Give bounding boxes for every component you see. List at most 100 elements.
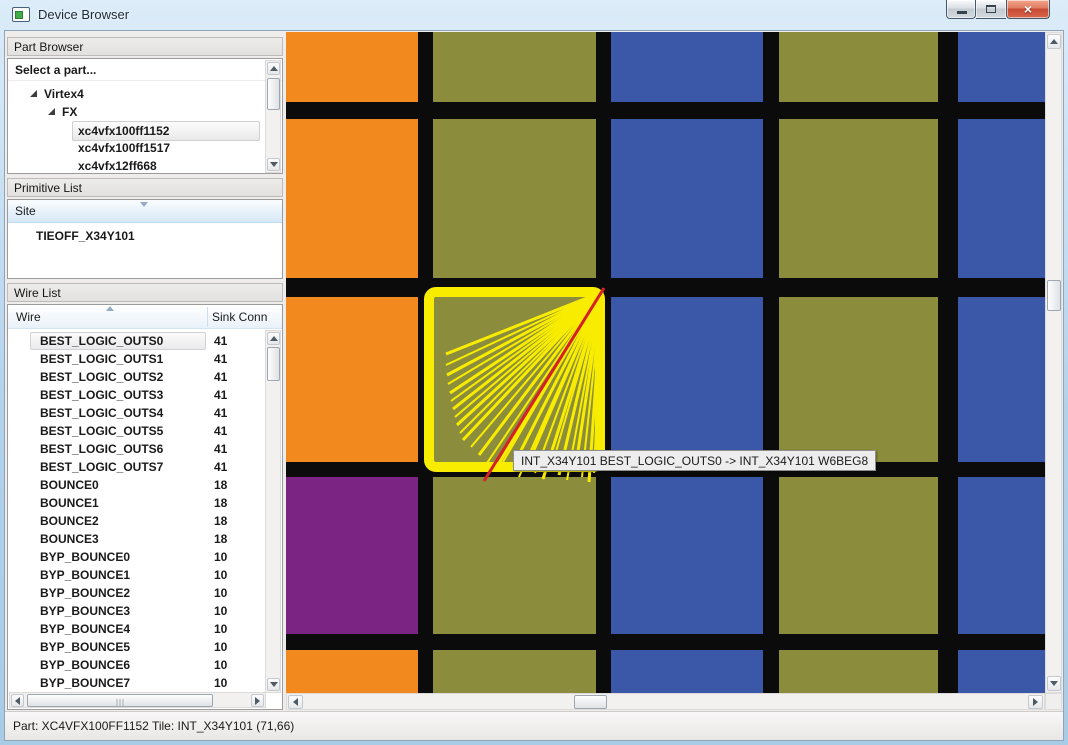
tree-expanded-icon[interactable] <box>30 90 37 97</box>
wire-row[interactable]: BYP_BOUNCE010 <box>8 548 266 566</box>
device-tile[interactable] <box>433 119 596 278</box>
wire-row[interactable]: BYP_BOUNCE210 <box>8 584 266 602</box>
wire-row[interactable]: BYP_BOUNCE310 <box>8 602 266 620</box>
wire-row[interactable]: BEST_LOGIC_OUTS641 <box>8 440 266 458</box>
scroll-thumb[interactable] <box>1047 280 1061 311</box>
wire-row[interactable]: BOUNCE318 <box>8 530 266 548</box>
minimize-icon <box>957 11 967 14</box>
device-tile[interactable] <box>958 32 1045 102</box>
wire-row[interactable]: BOUNCE018 <box>8 476 266 494</box>
primitive-list-table: Site TIEOFF_X34Y101 <box>7 199 283 279</box>
scroll-thumb[interactable] <box>267 78 280 110</box>
scroll-up-button[interactable] <box>1047 34 1061 49</box>
part-tree-header[interactable]: Select a part... <box>8 59 282 81</box>
wire-row[interactable]: BOUNCE218 <box>8 512 266 530</box>
device-tile[interactable] <box>286 119 418 278</box>
wire-row[interactable]: BYP_BOUNCE110 <box>8 566 266 584</box>
wire-list-vscrollbar[interactable] <box>265 330 281 693</box>
wire-row[interactable]: BEST_LOGIC_OUTS741 <box>8 458 266 476</box>
wire-name: BEST_LOGIC_OUTS2 <box>40 368 163 386</box>
site-column-header[interactable]: Site <box>8 200 282 223</box>
status-text: Part: XC4VFX100FF1152 Tile: INT_X34Y101 … <box>13 719 294 733</box>
scroll-thumb[interactable] <box>267 347 280 381</box>
primitive-site-item[interactable]: TIEOFF_X34Y101 <box>36 227 135 245</box>
scroll-left-button[interactable] <box>11 694 24 707</box>
tree-expanded-icon[interactable] <box>48 108 55 115</box>
device-tile[interactable] <box>779 32 938 102</box>
wire-row[interactable]: BYP_BOUNCE610 <box>8 656 266 674</box>
part-tree-label: xc4vfx12ff668 <box>78 157 157 174</box>
part-tree-vscrollbar[interactable] <box>265 60 281 173</box>
device-tile[interactable] <box>286 650 418 693</box>
close-button[interactable]: × <box>1006 0 1050 19</box>
device-tile[interactable] <box>433 32 596 102</box>
wire-row[interactable]: BEST_LOGIC_OUTS241 <box>8 368 266 386</box>
minimize-button[interactable] <box>946 0 976 19</box>
title-bar[interactable]: Device Browser × <box>0 0 1068 30</box>
device-tile[interactable] <box>958 477 1045 634</box>
wire-row[interactable]: BYP_BOUNCE710 <box>8 674 266 692</box>
scroll-down-button[interactable] <box>267 678 280 691</box>
sink-connection-count: 10 <box>214 656 227 674</box>
part-tree-item-Virtex4[interactable]: Virtex4 <box>8 85 266 103</box>
part-tree-item-xc4vfx100ff1152[interactable]: xc4vfx100ff1152 <box>8 121 266 139</box>
wire-name: BYP_BOUNCE2 <box>40 584 130 602</box>
scroll-thumb[interactable] <box>27 694 213 707</box>
wire-row[interactable]: BYP_BOUNCE410 <box>8 620 266 638</box>
canvas-vscrollbar[interactable] <box>1045 32 1062 693</box>
scroll-track[interactable] <box>1045 32 1062 693</box>
device-tile[interactable] <box>611 297 763 462</box>
part-tree-item-xc4vfx12ff668[interactable]: xc4vfx12ff668 <box>8 157 266 174</box>
scroll-left-button[interactable] <box>288 695 303 709</box>
part-tree-item-FX[interactable]: FX <box>8 103 266 121</box>
wire-name: BEST_LOGIC_OUTS1 <box>40 350 163 368</box>
device-tile[interactable] <box>433 477 596 634</box>
device-tile[interactable] <box>611 32 763 102</box>
maximize-button[interactable] <box>976 0 1006 19</box>
device-tile[interactable] <box>958 650 1045 693</box>
scroll-up-button[interactable] <box>267 332 280 345</box>
wire-list-hscrollbar[interactable] <box>9 692 266 708</box>
wire-row[interactable]: BEST_LOGIC_OUTS141 <box>8 350 266 368</box>
sink-connections-column-header[interactable]: Sink Connectior <box>212 310 267 324</box>
wire-row[interactable]: BEST_LOGIC_OUTS041 <box>8 332 266 350</box>
device-tile[interactable] <box>286 297 418 462</box>
device-tile[interactable] <box>779 477 938 634</box>
device-tile-canvas[interactable]: INT_X34Y101 BEST_LOGIC_OUTS0 -> INT_X34Y… <box>286 32 1045 693</box>
device-tile[interactable] <box>611 477 763 634</box>
scroll-track[interactable] <box>286 693 1045 710</box>
device-tile[interactable] <box>779 297 938 462</box>
canvas-hscrollbar[interactable] <box>286 693 1045 710</box>
device-tile[interactable] <box>433 650 596 693</box>
wire-name: BEST_LOGIC_OUTS7 <box>40 458 163 476</box>
device-tile[interactable] <box>611 119 763 278</box>
scroll-thumb[interactable] <box>574 695 607 709</box>
selected-tile-highlight <box>424 287 605 472</box>
device-browser-window: Device Browser × Part Browser Select a p… <box>0 0 1068 745</box>
wire-row[interactable]: BOUNCE118 <box>8 494 266 512</box>
wire-name: BYP_BOUNCE1 <box>40 566 130 584</box>
scroll-down-button[interactable] <box>1047 676 1061 691</box>
device-tile[interactable] <box>611 650 763 693</box>
wire-row[interactable]: BEST_LOGIC_OUTS341 <box>8 386 266 404</box>
thumb-grip <box>117 699 124 707</box>
scroll-up-button[interactable] <box>267 62 280 75</box>
sink-connection-count: 10 <box>214 620 227 638</box>
device-tile[interactable] <box>286 477 418 634</box>
device-tile[interactable] <box>286 32 418 102</box>
scroll-right-button[interactable] <box>251 694 264 707</box>
device-tile[interactable] <box>779 650 938 693</box>
part-tree-item-xc4vfx100ff1517[interactable]: xc4vfx100ff1517 <box>8 139 266 157</box>
column-separator[interactable] <box>207 307 208 327</box>
arrow-right-icon <box>1033 698 1038 706</box>
sink-connection-count: 10 <box>214 674 227 692</box>
scroll-right-button[interactable] <box>1028 695 1043 709</box>
wire-row[interactable]: BEST_LOGIC_OUTS441 <box>8 404 266 422</box>
device-tile[interactable] <box>958 297 1045 462</box>
wire-row[interactable]: BEST_LOGIC_OUTS541 <box>8 422 266 440</box>
wire-column-header[interactable]: Wire <box>16 310 41 324</box>
scroll-down-button[interactable] <box>267 158 280 171</box>
device-tile[interactable] <box>958 119 1045 278</box>
wire-row[interactable]: BYP_BOUNCE510 <box>8 638 266 656</box>
device-tile[interactable] <box>779 119 938 278</box>
